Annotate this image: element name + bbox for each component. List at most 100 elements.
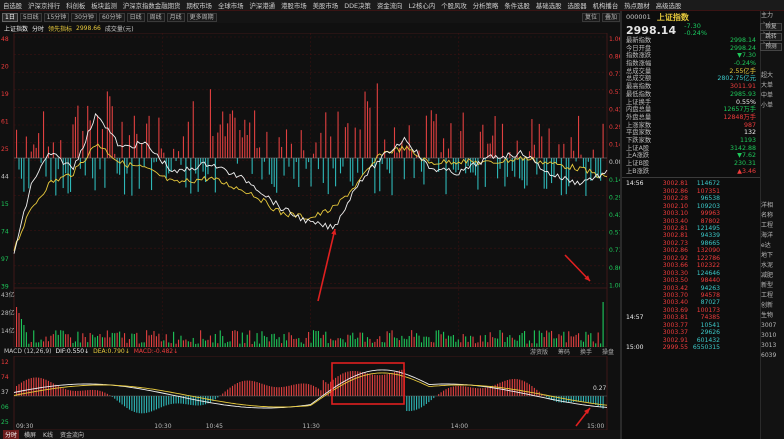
macd-bar <box>258 382 261 396</box>
side-list-item[interactable]: 大单 <box>761 81 784 91</box>
side-list-item[interactable]: 地下 <box>761 251 784 261</box>
nav-item[interactable]: 高级选股 <box>653 1 685 10</box>
volume-bar <box>153 331 155 347</box>
nav-item[interactable]: 个股风攻 <box>438 1 470 10</box>
nav-item[interactable]: 分析策略 <box>470 1 502 10</box>
macd-chart[interactable]: 12 74 37 06 25 0.27 09:30 10:30 10:45 11:30 14:00 1… <box>0 356 620 430</box>
indicator-tab[interactable]: 游资版 <box>530 347 548 356</box>
nav-item[interactable]: DDE决策 <box>341 1 374 10</box>
volume-bar <box>587 334 589 347</box>
macd-bar <box>47 380 50 396</box>
side-list-item[interactable] <box>761 141 784 151</box>
nav-item[interactable]: L2核心内 <box>405 1 438 10</box>
lead-bar <box>25 136 27 158</box>
lead-bar <box>484 158 486 187</box>
period-button[interactable]: 月线 <box>166 12 185 22</box>
toolbar-action-button[interactable]: 叠加 <box>601 12 620 22</box>
side-list-item[interactable] <box>761 181 784 191</box>
volume-bar <box>241 332 243 347</box>
side-list-item[interactable]: 中单 <box>761 91 784 101</box>
lead-bar <box>435 113 437 158</box>
nav-item[interactable]: 沪深京指数金融期货 <box>120 1 184 10</box>
side-list-item[interactable] <box>761 61 784 71</box>
bottom-tab[interactable]: 横屏 <box>22 430 38 439</box>
side-list-item[interactable]: 超大 <box>761 71 784 81</box>
macd-bar <box>428 396 430 403</box>
nav-item[interactable]: 科创板 <box>63 1 88 10</box>
nav-item[interactable]: 沪深港通 <box>247 1 279 10</box>
period-button[interactable]: 60分钟 <box>98 12 125 22</box>
indicator-tab[interactable]: 筹码 <box>558 347 570 356</box>
side-button[interactable]: 恢复 <box>760 23 782 31</box>
side-list-item[interactable]: 新型 <box>761 281 784 291</box>
lead-bar <box>42 111 45 158</box>
side-list-item[interactable]: 创新 <box>761 301 784 311</box>
period-button[interactable]: 5日线 <box>19 12 42 22</box>
nav-item[interactable]: 美股市场 <box>310 1 342 10</box>
side-list-item[interactable] <box>761 151 784 161</box>
side-list-item[interactable]: 3007 <box>761 321 784 331</box>
period-button[interactable]: 15分钟 <box>43 12 70 22</box>
indicator-tab[interactable]: 操盘 <box>602 347 614 356</box>
nav-item[interactable]: 选股器 <box>564 1 589 10</box>
bottom-tab[interactable]: 资金流向 <box>58 430 86 439</box>
side-list-item[interactable] <box>761 171 784 181</box>
tick-volume: 107351 <box>696 187 720 195</box>
pct-tick-label: 0.29% <box>609 194 620 201</box>
side-list-item[interactable] <box>761 191 784 201</box>
side-list-item[interactable] <box>761 51 784 61</box>
lead-bar <box>408 125 410 158</box>
side-list-item[interactable] <box>761 131 784 141</box>
side-list-item[interactable]: 6039 <box>761 351 784 361</box>
side-list-item[interactable]: 工程 <box>761 221 784 231</box>
nav-item[interactable]: 沪深京排行 <box>25 1 63 10</box>
side-list-item[interactable]: 3010 <box>761 331 784 341</box>
side-list-item[interactable] <box>761 161 784 171</box>
nav-item[interactable]: 期权市场 <box>183 1 215 10</box>
nav-item[interactable]: 条件选股 <box>501 1 533 10</box>
toolbar-action-button[interactable]: 复位 <box>581 12 600 22</box>
lead-bar <box>396 152 398 158</box>
side-list-item[interactable]: 主力 <box>761 11 784 21</box>
side-list-item[interactable]: 名称 <box>761 211 784 221</box>
macd-bar <box>121 396 123 405</box>
side-list-item[interactable]: 洋相 <box>761 201 784 211</box>
side-list-item[interactable]: 减肥 <box>761 271 784 281</box>
volume-bar <box>354 339 356 347</box>
period-button[interactable]: 1日 <box>2 12 18 22</box>
volume-bar <box>202 338 204 347</box>
side-list-item[interactable]: 海洋 <box>761 231 784 241</box>
nav-item[interactable]: 资金流向 <box>374 1 406 10</box>
lead-bar <box>482 124 484 158</box>
nav-item[interactable]: 板块监测 <box>88 1 120 10</box>
nav-item[interactable]: 港股市场 <box>278 1 310 10</box>
nav-item[interactable]: 热点题材 <box>621 1 653 10</box>
side-list-item[interactable]: e达 <box>761 241 784 251</box>
nav-item[interactable]: 机构播台 <box>590 1 622 10</box>
side-list-item[interactable] <box>761 111 784 121</box>
period-button[interactable]: 周线 <box>146 12 165 22</box>
nav-item[interactable]: 基础选股 <box>533 1 565 10</box>
volume-bar <box>470 335 472 347</box>
side-list-item[interactable]: 小单 <box>761 101 784 111</box>
macd-bar <box>155 396 157 410</box>
quote-stats: 最新指数 2998.14 今日开盘 2998.24 指数涨跌 ▼7.30 指数涨幅 -0.24… <box>622 37 760 175</box>
lead-bar <box>582 158 585 168</box>
side-list-item[interactable]: 3013 <box>761 341 784 351</box>
indicator-tab[interactable]: 换手 <box>580 347 592 356</box>
bottom-tab[interactable]: K线 <box>41 430 55 439</box>
side-button[interactable]: 预测 <box>760 43 782 51</box>
bottom-tab[interactable]: 分时 <box>3 430 20 439</box>
side-list-item[interactable]: 水泥 <box>761 261 784 271</box>
nav-item[interactable]: 全球市场 <box>215 1 247 10</box>
period-button[interactable]: 30分钟 <box>71 12 97 22</box>
side-list-item[interactable] <box>761 121 784 131</box>
period-button[interactable]: 更多周期 <box>186 12 217 22</box>
side-list-item[interactable]: 工程 <box>761 291 784 301</box>
period-button[interactable]: 日线 <box>126 12 145 22</box>
side-list-item[interactable]: 生物 <box>761 311 784 321</box>
nav-item[interactable]: 自选股 <box>0 1 25 10</box>
intraday-chart[interactable]: 48 20 19 61 25 44 15 74 97 3943亿 28亿 14亿 1.06% 0.86% 0… <box>0 33 620 347</box>
side-button[interactable]: 跳转 <box>760 33 782 41</box>
tick-list[interactable]: 14:56 3002.81 114672 3002.86 107351 3002.28 96… <box>622 180 760 351</box>
